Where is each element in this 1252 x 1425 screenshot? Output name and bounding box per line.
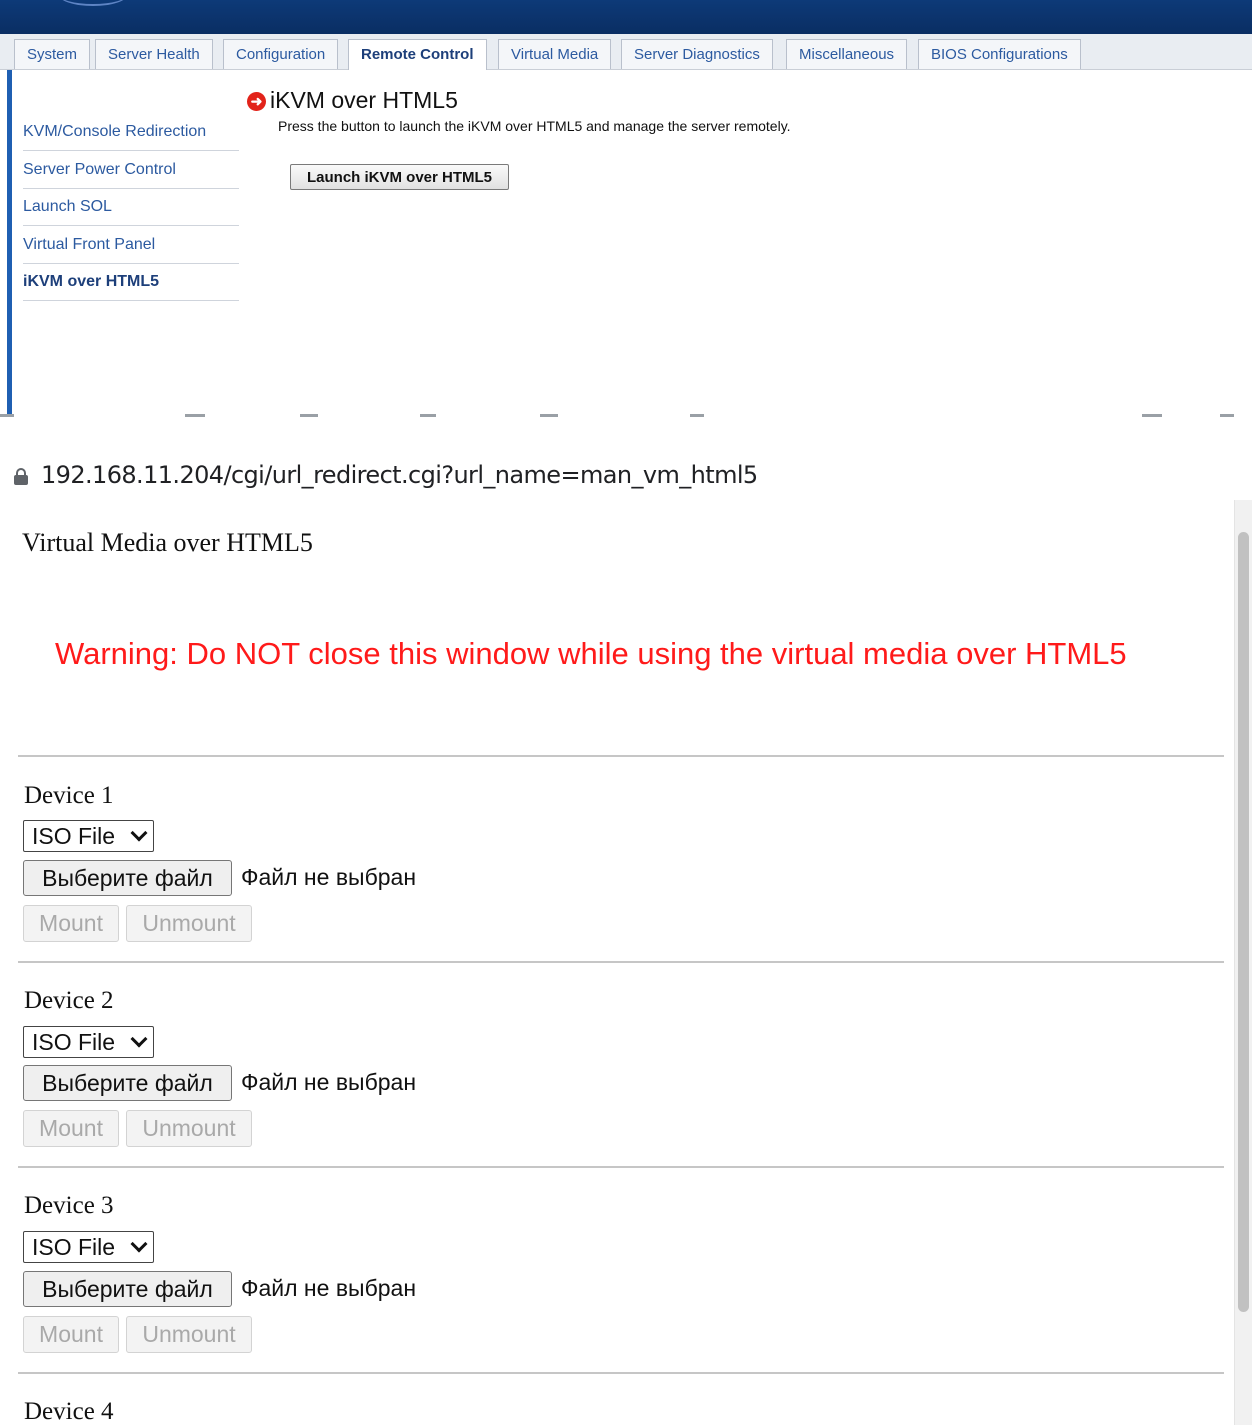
page-title: ➜ iKVM over HTML5 [247, 86, 458, 114]
tab-virtual-media[interactable]: Virtual Media [498, 39, 612, 69]
page-heading: Virtual Media over HTML5 [22, 528, 313, 557]
logo-swoosh-icon [58, 0, 128, 6]
bmc-panel: System Server Health Configuration Remot… [0, 0, 1252, 414]
choose-file-button[interactable]: Выберите файл [23, 1065, 232, 1101]
file-status: Файл не выбран [241, 1275, 417, 1301]
virtual-media-page: Virtual Media over HTML5 Warning: Do NOT… [0, 500, 1252, 1425]
url-text[interactable]: 192.168.11.204/cgi/url_redirect.cgi?url_… [41, 461, 758, 489]
scrollbar-thumb[interactable] [1238, 532, 1249, 1312]
device-type-value: ISO File [32, 1234, 116, 1260]
divider [18, 961, 1224, 963]
tab-system[interactable]: System [14, 39, 91, 69]
file-status: Файл не выбран [241, 864, 417, 890]
device-type-value: ISO File [32, 1029, 116, 1055]
choose-file-button[interactable]: Выберите файл [23, 1271, 232, 1307]
launch-ikvm-button[interactable]: Launch iKVM over HTML5 [290, 164, 509, 190]
device-type-select[interactable]: ISO File [23, 1026, 154, 1058]
chevron-down-icon [130, 1030, 148, 1048]
tab-server-health[interactable]: Server Health [95, 39, 213, 69]
device-label: Device 1 [24, 782, 114, 809]
tab-miscellaneous[interactable]: Miscellaneous [786, 39, 908, 69]
sidebar-item-server-power-control[interactable]: Server Power Control [23, 151, 239, 189]
bmc-header-bar [0, 0, 1252, 34]
device-label: Device 2 [24, 987, 114, 1014]
title-bar-remnant [0, 414, 1252, 430]
mount-button[interactable]: Mount [23, 1110, 119, 1147]
unmount-button[interactable]: Unmount [126, 1110, 252, 1147]
mount-button[interactable]: Mount [23, 1316, 119, 1353]
arrow-right-icon: ➜ [247, 92, 266, 111]
chevron-down-icon [130, 824, 148, 842]
tab-server-diagnostics[interactable]: Server Diagnostics [621, 39, 773, 69]
tab-bios-configurations[interactable]: BIOS Configurations [918, 39, 1081, 69]
scrollbar[interactable] [1234, 500, 1252, 1425]
sidebar-item-kvm-console-redirection[interactable]: KVM/Console Redirection [23, 113, 239, 151]
divider [18, 755, 1224, 757]
device-label: Device 3 [24, 1192, 114, 1219]
unmount-button[interactable]: Unmount [126, 905, 252, 942]
mount-button[interactable]: Mount [23, 905, 119, 942]
browser-chrome: 192.168.11.204/cgi/url_redirect.cgi?url_… [0, 414, 1252, 500]
lock-icon[interactable] [14, 468, 28, 485]
device-label: Device 4 [24, 1398, 114, 1425]
device-type-select[interactable]: ISO File [23, 820, 154, 852]
left-accent-rule [7, 70, 12, 414]
file-status: Файл не выбран [241, 1069, 417, 1095]
divider [18, 1372, 1224, 1374]
page-title-text: iKVM over HTML5 [270, 87, 458, 113]
warning-message: Warning: Do NOT close this window while … [55, 636, 1127, 671]
tab-configuration[interactable]: Configuration [223, 39, 339, 69]
page-description: Press the button to launch the iKVM over… [278, 118, 791, 134]
sidebar-item-ikvm-over-html5[interactable]: iKVM over HTML5 [23, 263, 239, 301]
device-type-select[interactable]: ISO File [23, 1231, 154, 1263]
tab-bar: System Server Health Configuration Remot… [0, 34, 1252, 70]
sidebar-item-launch-sol[interactable]: Launch SOL [23, 188, 239, 226]
choose-file-button[interactable]: Выберите файл [23, 860, 232, 896]
address-bar[interactable]: 192.168.11.204/cgi/url_redirect.cgi?url_… [0, 430, 1252, 500]
divider [18, 1166, 1224, 1168]
sidebar-item-virtual-front-panel[interactable]: Virtual Front Panel [23, 226, 239, 264]
tab-remote-control[interactable]: Remote Control [348, 39, 487, 70]
unmount-button[interactable]: Unmount [126, 1316, 252, 1353]
device-type-value: ISO File [32, 823, 116, 849]
chevron-down-icon [130, 1235, 148, 1253]
